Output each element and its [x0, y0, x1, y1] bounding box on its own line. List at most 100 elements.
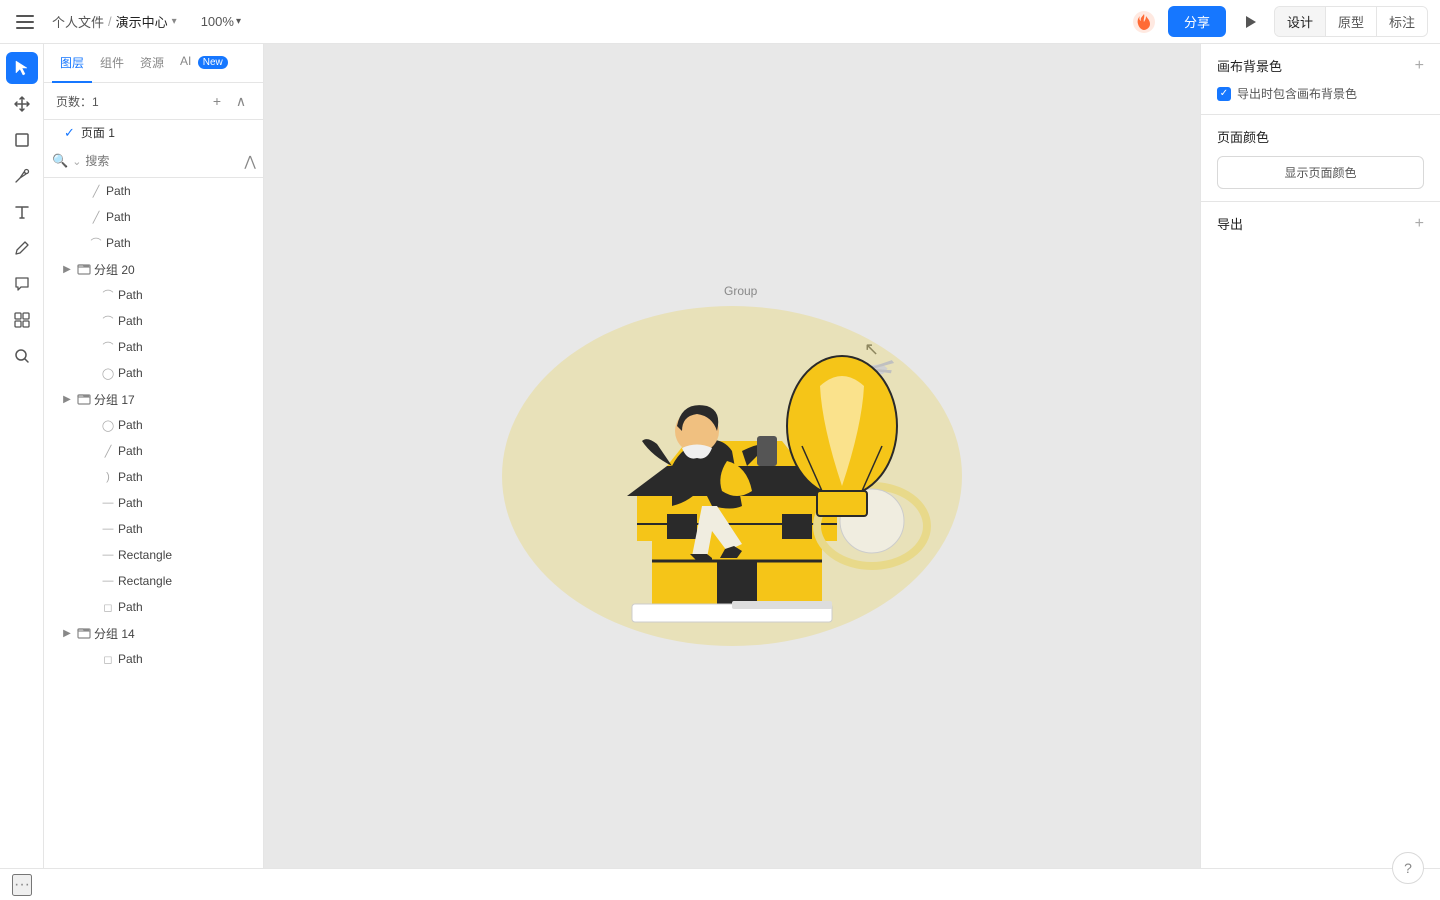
- pen-icon: [13, 167, 31, 185]
- play-icon: [1241, 13, 1259, 31]
- collapse-pages-button[interactable]: ∧: [231, 91, 251, 111]
- path-icon: ◯: [100, 365, 116, 381]
- rectangle-icon: [13, 131, 31, 149]
- components-icon: [13, 311, 31, 329]
- layer-item[interactable]: ╱ Path: [44, 204, 263, 230]
- layer-item[interactable]: ) Path: [44, 464, 263, 490]
- pencil-icon: [13, 239, 31, 257]
- tab-design[interactable]: 设计: [1275, 7, 1326, 36]
- layer-group-17[interactable]: ▶ 分组 17: [44, 386, 263, 412]
- layer-item[interactable]: ⌒ Path: [44, 282, 263, 308]
- right-panel: 画布背景色 + 导出时包含画布背景色 页面颜色 显示页面颜色 导出 +: [1200, 44, 1440, 868]
- export-include-label: 导出时包含画布背景色: [1237, 85, 1357, 102]
- layer-item[interactable]: ⌒ Path: [44, 308, 263, 334]
- rect-icon: —: [100, 547, 116, 563]
- layer-item[interactable]: ⌒ Path: [44, 230, 263, 256]
- layer-item[interactable]: ╱ Path: [44, 438, 263, 464]
- text-tool-button[interactable]: [6, 196, 38, 228]
- tab-components[interactable]: 组件: [92, 44, 132, 83]
- menu-button[interactable]: [12, 6, 44, 38]
- rectangle-tool-button[interactable]: [6, 124, 38, 156]
- path-icon: ╱: [88, 209, 104, 225]
- zoom-control[interactable]: 100% ▾: [201, 14, 241, 29]
- path-icon: ╱: [88, 183, 104, 199]
- zoom-chevron-icon: ▾: [236, 16, 241, 27]
- play-button[interactable]: [1234, 6, 1266, 38]
- topbar-right: 分享 设计 原型 标注: [1128, 6, 1428, 38]
- move-tool-button[interactable]: [6, 88, 38, 120]
- path-icon: —: [100, 495, 116, 511]
- path-icon: ⌒: [100, 287, 116, 303]
- export-include-checkbox[interactable]: [1217, 87, 1231, 101]
- search-layers-icon: 🔍: [52, 153, 68, 169]
- layers-search: 🔍 ⌄ ⋀: [44, 145, 263, 178]
- layer-rect-1[interactable]: — Rectangle: [44, 542, 263, 568]
- bottombar: ···: [0, 868, 1440, 900]
- path-icon: ◻: [100, 651, 116, 667]
- layer-item[interactable]: ◻ Path: [44, 594, 263, 620]
- folder-icon: [76, 391, 92, 407]
- pages-section: 页数：1 + ∧: [44, 83, 263, 120]
- layer-item[interactable]: ⌒ Path: [44, 334, 263, 360]
- path-icon: ◯: [100, 417, 116, 433]
- search-filter-icon[interactable]: ⌄: [72, 155, 81, 168]
- layer-rect-2[interactable]: — Rectangle: [44, 568, 263, 594]
- show-page-color-button[interactable]: 显示页面颜色: [1217, 156, 1424, 189]
- layers-collapse-button[interactable]: ⋀: [244, 151, 255, 171]
- layer-item[interactable]: ◯ Path: [44, 360, 263, 386]
- layer-item[interactable]: — Path: [44, 516, 263, 542]
- tab-annotation[interactable]: 标注: [1377, 7, 1427, 36]
- select-tool-button[interactable]: [6, 52, 38, 84]
- menu-icon: [16, 10, 40, 34]
- page-color-title: 页面颜色: [1217, 127, 1269, 146]
- toolbox: [0, 44, 44, 868]
- tab-prototype[interactable]: 原型: [1326, 7, 1377, 36]
- select-icon: [13, 59, 31, 77]
- layers-panel: 图层 组件 资源 AI New 页数：1 + ∧ ✓ 页面 1 🔍 ⌄ ⋀: [44, 44, 264, 868]
- comment-icon: [13, 275, 31, 293]
- layer-group-20[interactable]: ▶ 分组 20: [44, 256, 263, 282]
- path-icon: ): [100, 469, 116, 485]
- rect-icon: —: [100, 573, 116, 589]
- brand-icon-button[interactable]: [1128, 6, 1160, 38]
- path-icon: ⌒: [100, 313, 116, 329]
- pages-controls: + ∧: [207, 91, 251, 111]
- layers-search-input[interactable]: [85, 154, 240, 168]
- main-area: 图层 组件 资源 AI New 页数：1 + ∧ ✓ 页面 1 🔍 ⌄ ⋀: [0, 44, 1440, 868]
- export-section: 导出 +: [1201, 202, 1440, 245]
- canvas-bg-header: 画布背景色 +: [1217, 56, 1424, 75]
- comment-tool-button[interactable]: [6, 268, 38, 300]
- export-title: 导出: [1217, 214, 1243, 233]
- export-add-button[interactable]: +: [1415, 215, 1424, 233]
- more-options-button[interactable]: ···: [12, 874, 32, 896]
- page-check-icon: ✓: [64, 125, 75, 141]
- search-tool-button[interactable]: [6, 340, 38, 372]
- pages-label: 页数：1: [56, 93, 99, 110]
- tab-layers[interactable]: 图层: [52, 44, 92, 83]
- layer-item[interactable]: ◻ Path: [44, 646, 263, 672]
- layer-item[interactable]: ◯ Path: [44, 412, 263, 438]
- help-button[interactable]: ?: [1392, 852, 1424, 884]
- layers-tabs: 图层 组件 资源 AI New: [44, 44, 263, 83]
- title-chevron-icon: ▾: [172, 16, 177, 27]
- topbar: 个人文件 / 演示中心 ▾ 100% ▾ 分享 设计 原型 标注: [0, 0, 1440, 44]
- page-item-1[interactable]: ✓ 页面 1: [44, 120, 263, 145]
- tab-assets[interactable]: 资源: [132, 44, 172, 83]
- canvas-bg-add-button[interactable]: +: [1415, 57, 1424, 75]
- layer-item[interactable]: ╱ Path: [44, 178, 263, 204]
- canvas-area[interactable]: Group: [264, 44, 1200, 868]
- path-icon: ◻: [100, 599, 116, 615]
- share-button[interactable]: 分享: [1168, 6, 1226, 37]
- illustration: [472, 266, 992, 646]
- add-page-button[interactable]: +: [207, 91, 227, 111]
- layer-group-14[interactable]: ▶ 分组 14: [44, 620, 263, 646]
- tab-ai[interactable]: AI New: [172, 44, 236, 83]
- pencil-tool-button[interactable]: [6, 232, 38, 264]
- pen-tool-button[interactable]: [6, 160, 38, 192]
- folder-icon: [76, 625, 92, 641]
- text-icon: [13, 203, 31, 221]
- layer-item[interactable]: — Path: [44, 490, 263, 516]
- move-icon: [13, 95, 31, 113]
- components-tool-button[interactable]: [6, 304, 38, 336]
- breadcrumb-title[interactable]: 演示中心 ▾: [116, 12, 177, 31]
